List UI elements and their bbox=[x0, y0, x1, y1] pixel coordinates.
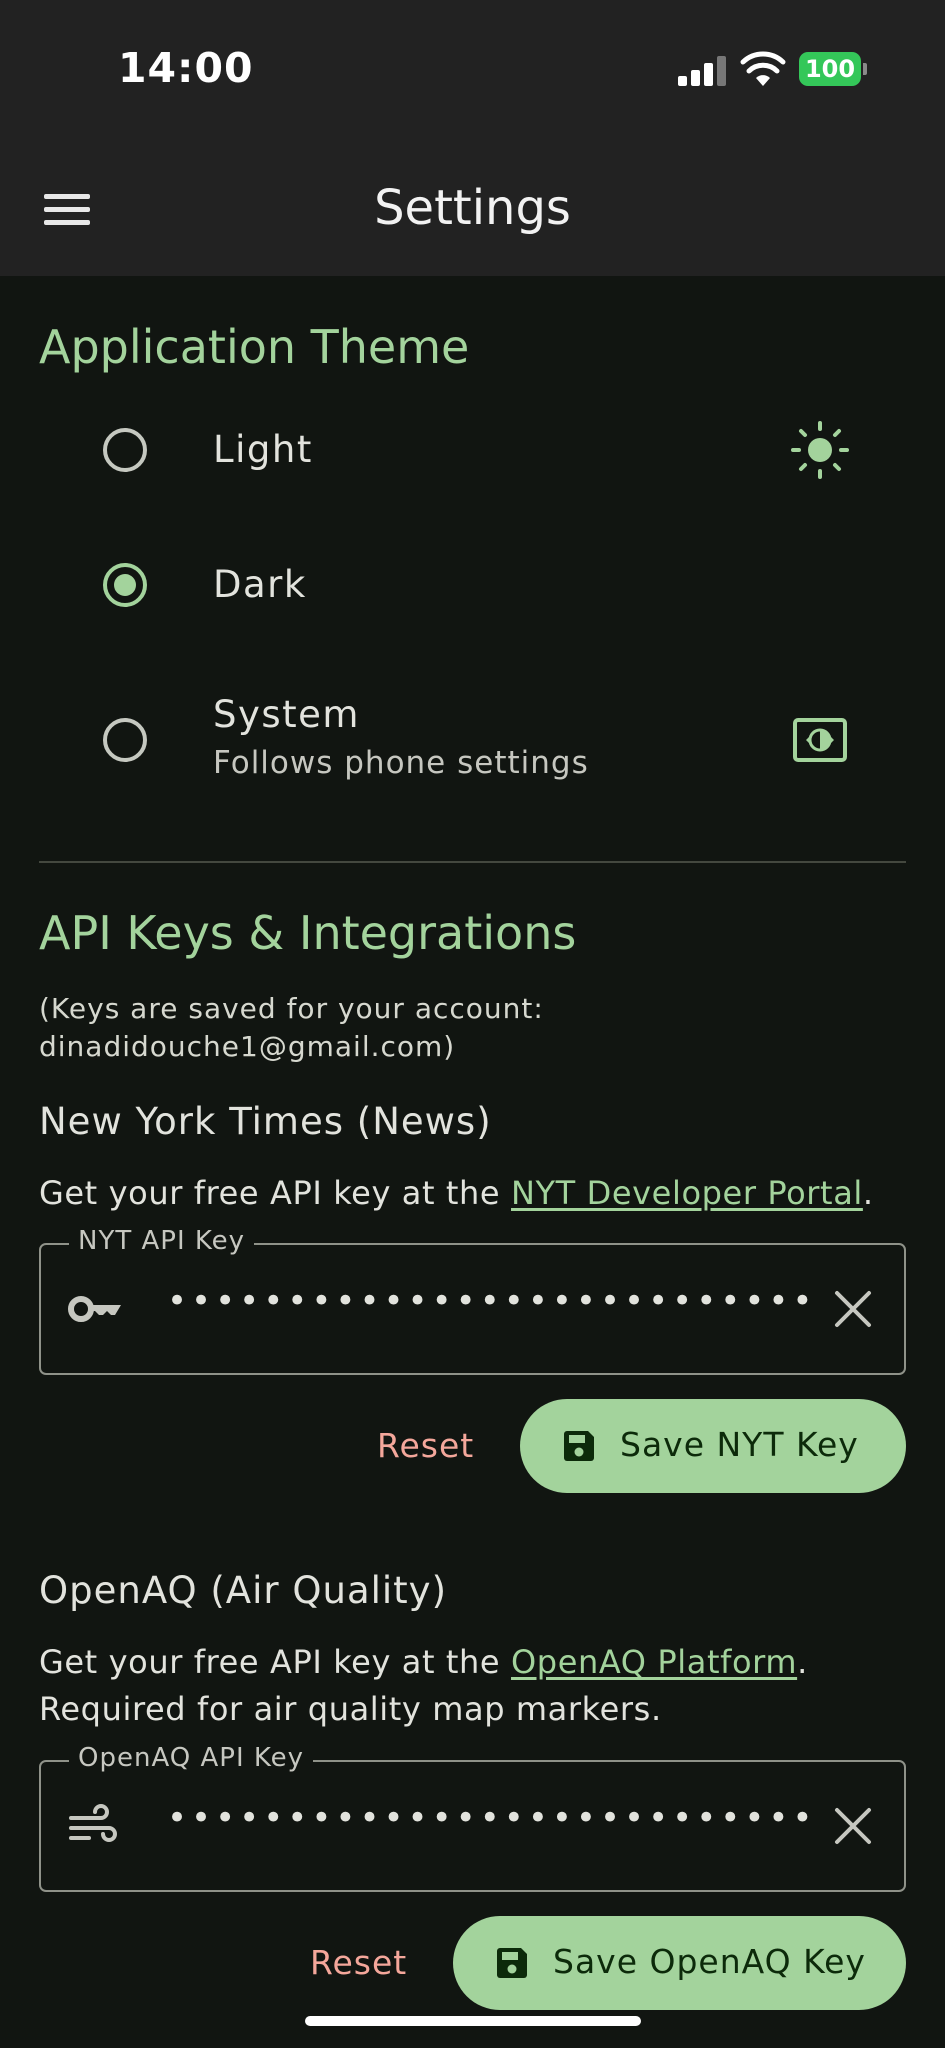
radio-dark[interactable] bbox=[103, 563, 147, 607]
theme-option-subtitle: Follows phone settings bbox=[213, 745, 589, 781]
openaq-desc-prefix: Get your free API key at the bbox=[39, 1643, 511, 1681]
nyt-desc-prefix: Get your free API key at the bbox=[39, 1174, 511, 1212]
save-icon bbox=[497, 1948, 527, 1978]
theme-option-label: System bbox=[213, 693, 360, 736]
reset-openaq-key-button[interactable]: Reset bbox=[310, 1943, 407, 1982]
status-time: 14:00 bbox=[118, 44, 254, 92]
save-nyt-key-button[interactable]: Save NYT Key bbox=[520, 1399, 906, 1493]
section-divider bbox=[39, 861, 906, 863]
theme-option-light[interactable]: Light bbox=[0, 400, 945, 500]
theme-option-dark[interactable]: Dark bbox=[0, 535, 945, 635]
battery-tip bbox=[863, 63, 867, 75]
wifi-icon bbox=[740, 51, 786, 86]
radio-system[interactable] bbox=[103, 718, 147, 762]
openaq-api-key-field[interactable]: OpenAQ API Key •••••••••••••••••••••••••… bbox=[39, 1743, 906, 1892]
nyt-title: New York Times (News) bbox=[39, 1100, 492, 1143]
api-section-title: API Keys & Integrations bbox=[39, 906, 577, 960]
account-note: (Keys are saved for your account: dinadi… bbox=[39, 992, 544, 1063]
save-openaq-key-label: Save OpenAQ Key bbox=[553, 1942, 866, 1981]
nyt-api-key-field[interactable]: NYT API Key ••••••••••••••••••••••••••••… bbox=[39, 1226, 906, 1375]
save-icon bbox=[564, 1431, 594, 1461]
theme-section-title: Application Theme bbox=[39, 320, 470, 374]
reset-nyt-key-button[interactable]: Reset bbox=[377, 1426, 474, 1465]
clear-nyt-key-icon[interactable] bbox=[827, 1283, 879, 1335]
nyt-description: Get your free API key at the NYT Develop… bbox=[39, 1170, 874, 1217]
openaq-title: OpenAQ (Air Quality) bbox=[39, 1569, 448, 1612]
status-bar: 14:00 100 bbox=[0, 0, 945, 140]
radio-light[interactable] bbox=[103, 428, 147, 472]
brightness-auto-icon bbox=[793, 718, 847, 762]
nyt-key-value[interactable]: •••••••••••••••••••••••••••••••• bbox=[167, 1281, 817, 1321]
openaq-platform-link[interactable]: OpenAQ Platform bbox=[511, 1643, 797, 1681]
key-icon bbox=[68, 1296, 121, 1322]
openaq-field-label: OpenAQ API Key bbox=[69, 1743, 314, 1773]
openaq-desc-line2: Required for air quality map markers. bbox=[39, 1690, 662, 1728]
sun-icon bbox=[791, 421, 849, 479]
moon-icon bbox=[806, 561, 830, 609]
theme-option-label: Light bbox=[213, 428, 313, 471]
theme-option-system[interactable]: System Follows phone settings bbox=[0, 685, 945, 795]
openaq-desc-suffix: . bbox=[797, 1643, 808, 1681]
battery-icon: 100 bbox=[799, 52, 861, 86]
save-nyt-key-label: Save NYT Key bbox=[620, 1425, 859, 1464]
page-title: Settings bbox=[374, 180, 571, 236]
nyt-desc-suffix: . bbox=[862, 1174, 874, 1212]
air-icon bbox=[69, 1804, 117, 1842]
openaq-key-value[interactable]: •••••••••••••••••••••••••••••••• bbox=[167, 1798, 817, 1838]
cellular-signal-icon bbox=[678, 56, 728, 86]
nyt-developer-portal-link[interactable]: NYT Developer Portal bbox=[511, 1174, 863, 1212]
clear-openaq-key-icon[interactable] bbox=[827, 1800, 879, 1852]
home-indicator[interactable] bbox=[305, 2016, 641, 2026]
save-openaq-key-button[interactable]: Save OpenAQ Key bbox=[453, 1916, 906, 2010]
app-bar: Settings bbox=[0, 140, 945, 276]
nyt-field-label: NYT API Key bbox=[69, 1226, 255, 1256]
openaq-description: Get your free API key at the OpenAQ Plat… bbox=[39, 1639, 808, 1733]
theme-option-label: Dark bbox=[213, 563, 307, 606]
